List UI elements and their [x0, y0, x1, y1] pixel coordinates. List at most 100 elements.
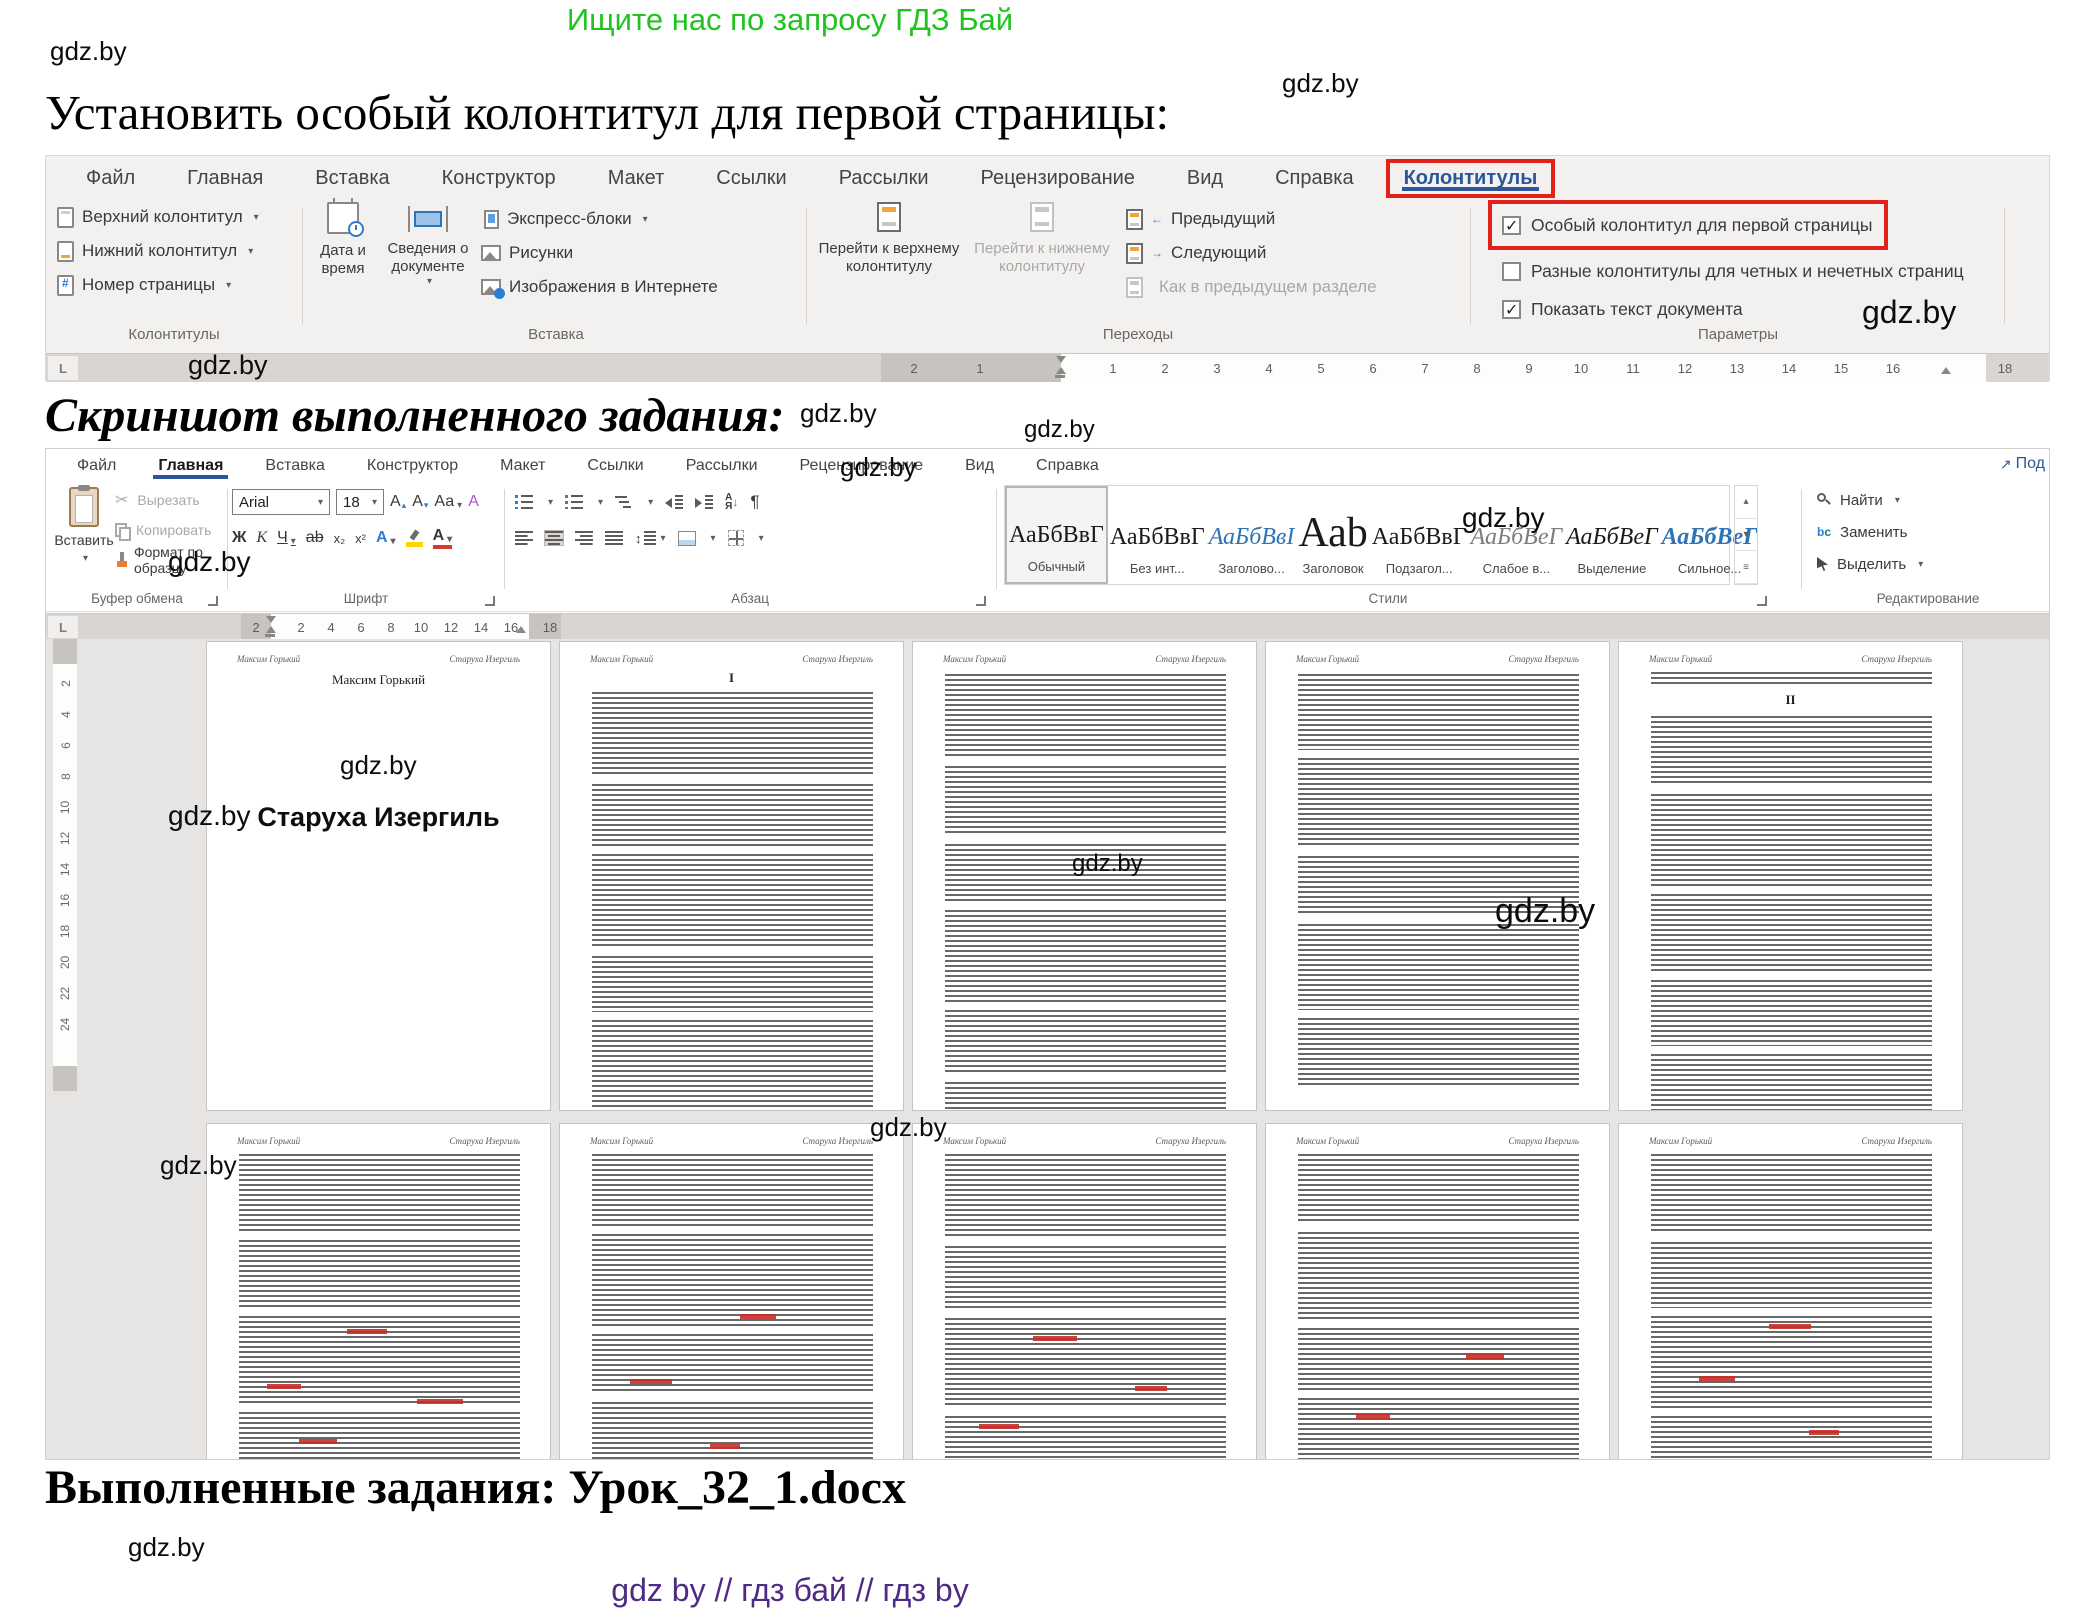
ribbon-tab[interactable]: Вид [1161, 167, 1249, 190]
scroll-down-icon[interactable]: ▾ [1735, 519, 1757, 552]
first-line-indent-marker[interactable] [266, 616, 276, 623]
checkbox-option[interactable]: ✓ Особый колонтитул для первой страницы [1488, 200, 1888, 250]
select-button[interactable]: Выделить ▾ [1817, 549, 1923, 579]
ribbon-button[interactable]: Верхний колонтитул ▾ [57, 200, 294, 234]
align-center-icon[interactable] [545, 531, 563, 545]
right-indent-marker[interactable] [516, 626, 526, 633]
document-page-4[interactable]: Максим ГорькийСтаруха Изергиль [1265, 641, 1610, 1111]
tab-selector[interactable]: L [48, 356, 78, 380]
ribbon-tab[interactable]: Справка [1015, 457, 1120, 475]
checkbox[interactable]: ✓ [1502, 300, 1521, 319]
left-indent-marker[interactable] [265, 634, 275, 637]
dialog-launcher-icon[interactable] [1757, 596, 1767, 606]
style-card[interactable]: АаБбВвГ Без инт... [1108, 486, 1207, 584]
strikethrough-button[interactable]: ab [306, 529, 324, 547]
style-card[interactable]: АаБбВеГ Выделение [1564, 486, 1660, 584]
ribbon-tab[interactable]: Файл [60, 167, 161, 190]
align-justify-icon[interactable] [605, 531, 623, 545]
italic-button[interactable]: К [256, 529, 267, 547]
subscript-button[interactable]: x₂ [334, 531, 346, 546]
pilcrow-icon[interactable]: ¶ [750, 492, 759, 512]
document-page-5[interactable]: Максим ГорькийСтаруха Изергиль II [1618, 641, 1963, 1111]
replace-button[interactable]: bc Заменить [1817, 517, 1907, 547]
ribbon-tab[interactable]: Ссылки [690, 167, 812, 190]
ribbon-tab[interactable]: Макет [582, 167, 691, 190]
ribbon-tab[interactable]: Справка [1249, 167, 1379, 190]
hanging-indent-marker[interactable] [266, 626, 276, 633]
style-card[interactable]: АаБбВвІ Заголово... [1207, 486, 1297, 584]
grow-font-button[interactable]: А▴ [390, 493, 406, 511]
sort-icon[interactable]: АЯ ↓ [725, 493, 738, 511]
ribbon-tab[interactable]: Конструктор [346, 457, 479, 475]
dialog-launcher-icon[interactable] [208, 596, 218, 606]
ribbon-tab[interactable]: Вид [944, 457, 1015, 475]
ribbon-tab[interactable]: Конструктор [416, 167, 582, 190]
align-left-icon[interactable] [515, 531, 533, 545]
horizontal-ruler[interactable]: L 21 12345678910111213141516 18 [46, 353, 2049, 382]
first-line-indent-marker[interactable] [1056, 356, 1066, 363]
right-indent-marker[interactable] [1941, 367, 1951, 374]
checkbox-option[interactable]: ✓ Разные колонтитулы для четных и нечетн… [1502, 252, 1964, 290]
shrink-font-button[interactable]: А▾ [412, 493, 428, 511]
goto-header-button[interactable]: Перейти к верхнему колонтитулу [814, 202, 964, 276]
style-card[interactable]: АаБбВвГ Подзагол... [1370, 486, 1469, 584]
decrease-indent-icon[interactable] [665, 495, 683, 509]
paste-button[interactable]: Вставить ▾ [55, 487, 113, 564]
font-color-button[interactable]: А▾ [433, 527, 453, 549]
find-button[interactable]: Найти ▾ [1817, 485, 1900, 515]
ribbon-button[interactable]: Как в предыдущем разделе [1126, 270, 1377, 304]
ribbon-button[interactable]: ← Предыдущий [1126, 202, 1377, 236]
highlight-color-button[interactable] [406, 530, 423, 547]
ribbon-button[interactable]: → Следующий [1126, 236, 1377, 270]
change-case-button[interactable]: Аа▾ [434, 493, 462, 511]
document-page-9[interactable]: Максим ГорькийСтаруха Изергиль [1265, 1123, 1610, 1460]
left-indent-marker[interactable] [1055, 375, 1065, 378]
font-family-select[interactable]: Arial ▾ [232, 489, 330, 515]
dialog-launcher-icon[interactable] [976, 596, 986, 606]
clear-formatting-button[interactable]: А [468, 493, 479, 511]
styles-more-icon[interactable]: ≡ [1735, 551, 1757, 584]
bullet-list-icon[interactable] [515, 495, 533, 509]
document-page-10[interactable]: Максим ГорькийСтаруха Изергиль [1618, 1123, 1963, 1460]
ribbon-tab[interactable]: Макет [479, 457, 566, 475]
ribbon-tab[interactable]: Вставка [289, 167, 415, 190]
goto-footer-button[interactable]: Перейти к нижнему колонтитулу [972, 202, 1112, 276]
font-size-select[interactable]: 18 ▾ [336, 489, 384, 515]
style-card[interactable]: Ааb Заголовок [1296, 486, 1369, 584]
tab-selector[interactable]: L [48, 616, 78, 638]
vertical-ruler[interactable]: 24681012141618202224 [53, 639, 77, 1459]
document-page-6[interactable]: Максим ГорькийСтаруха Изергиль [206, 1123, 551, 1460]
document-page-1[interactable]: Максим ГорькийСтаруха Изергиль Максим Го… [206, 641, 551, 1111]
horizontal-ruler[interactable]: L 2 246810121416 18 [46, 613, 2049, 640]
bold-button[interactable]: Ж [232, 529, 246, 547]
scroll-up-icon[interactable]: ▴ [1735, 486, 1757, 519]
document-page-7[interactable]: Максим ГорькийСтаруха Изергиль [559, 1123, 904, 1460]
ribbon-tab[interactable]: Ссылки [566, 457, 664, 475]
style-card[interactable]: АаБбВвГ Обычный [1005, 486, 1108, 584]
underline-button[interactable]: Ч▾ [277, 529, 296, 547]
numbered-list-icon[interactable] [565, 495, 583, 509]
text-effects-button[interactable]: А▾ [376, 529, 396, 547]
ribbon-tab[interactable]: Главная [137, 457, 244, 475]
ribbon-tab[interactable]: Рецензирование [954, 167, 1160, 190]
align-right-icon[interactable] [575, 531, 593, 545]
dialog-launcher-icon[interactable] [485, 596, 495, 606]
ribbon-button[interactable]: Экспресс-блоки ▾ [484, 202, 718, 236]
ribbon-button[interactable]: Изображения в Интернете ▾ [481, 270, 718, 304]
line-spacing-icon[interactable]: ↕▾ [635, 531, 666, 546]
checkbox[interactable]: ✓ [1502, 262, 1521, 281]
style-card[interactable]: АаБбВеГ Слабое в... [1469, 486, 1565, 584]
document-page-2[interactable]: Максим ГорькийСтаруха Изергиль I [559, 641, 904, 1111]
hanging-indent-marker[interactable] [1056, 367, 1066, 374]
ribbon-button[interactable]: Номер страницы ▾ [57, 268, 294, 302]
borders-icon[interactable] [728, 530, 744, 546]
ribbon-tab[interactable]: Главная [161, 167, 289, 190]
document-page-8[interactable]: Максим ГорькийСтаруха Изергиль [912, 1123, 1257, 1460]
ribbon-tab[interactable]: Рассылки [813, 167, 955, 190]
ribbon-tab[interactable]: Колонтитулы [1386, 159, 1556, 198]
date-time-button[interactable]: Дата и время [312, 202, 374, 278]
cut-button[interactable]: ✂ Вырезать [115, 485, 223, 515]
multilevel-list-icon[interactable] [615, 495, 633, 509]
increase-indent-icon[interactable] [695, 495, 713, 509]
shading-icon[interactable] [678, 531, 696, 546]
